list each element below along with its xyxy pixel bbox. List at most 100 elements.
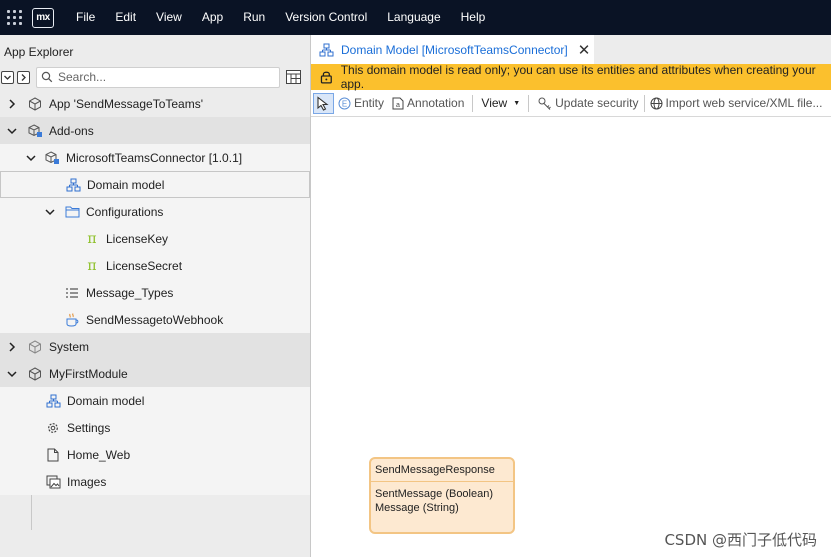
tree-item-domain-model-selected[interactable]: Domain model: [0, 171, 310, 198]
entity-button[interactable]: E Entity: [334, 93, 388, 114]
tree-item-label: Message_Types: [86, 285, 174, 300]
domain-model-icon: [65, 177, 81, 193]
app-explorer-tab[interactable]: App Explorer: [0, 35, 78, 64]
page-icon: [45, 447, 61, 463]
update-security-label: Update security: [555, 96, 639, 110]
tab-title: Domain Model [MicrosoftTeamsConnector]: [341, 42, 568, 57]
tree-item-license-key[interactable]: π LicenseKey: [0, 225, 310, 252]
toolbar-divider: [643, 94, 645, 112]
tree-item-label: System: [49, 339, 90, 354]
tree-item-send-message-to-webhook[interactable]: SendMessagetoWebhook: [0, 306, 310, 333]
explorer-search[interactable]: [36, 66, 280, 88]
tree-item-label: Home_Web: [67, 447, 131, 462]
tree-item-label: App 'SendMessageToTeams': [49, 96, 204, 111]
main-menu: File Edit View App Run Version Control L…: [66, 0, 495, 35]
tree-item-images[interactable]: Images: [0, 468, 310, 495]
app-explorer-panel: App Explorer App 'SendMessageToTeams' Ad: [0, 35, 311, 557]
tree-item-label: Settings: [67, 420, 111, 435]
import-label: Import web service/XML file...: [665, 96, 823, 110]
editor-area: Domain Model [MicrosoftTeamsConnector] ✕…: [311, 35, 831, 557]
cube-icon: [27, 366, 43, 382]
toolbar-divider: [472, 94, 474, 112]
watermark: CSDN @西门子低代码: [664, 531, 817, 549]
collapse-all-button[interactable]: [1, 70, 14, 84]
gear-icon: [45, 420, 61, 436]
menu-app[interactable]: App: [192, 0, 233, 35]
project-tree: App 'SendMessageToTeams' Add-ons Microso…: [0, 90, 310, 530]
tree-item-microsoft-teams-connector[interactable]: MicrosoftTeamsConnector [1.0.1]: [0, 144, 310, 171]
entity-label: Entity: [354, 96, 385, 110]
tree-item-system[interactable]: System: [0, 333, 310, 360]
tree-item-configurations[interactable]: Configurations: [0, 198, 310, 225]
entity-send-message-response[interactable]: SendMessageResponse SentMessage (Boolean…: [369, 457, 515, 534]
entity-attribute[interactable]: Message (String): [375, 501, 509, 515]
explorer-toolbar: [0, 64, 310, 90]
svg-text:a: a: [396, 102, 400, 109]
tree-item-label: Domain model: [67, 393, 145, 408]
tree-item-home-web[interactable]: Home_Web: [0, 441, 310, 468]
tree-item-label: Configurations: [86, 204, 164, 219]
tree-item-label: SendMessagetoWebhook: [86, 312, 224, 327]
menu-version-control[interactable]: Version Control: [275, 0, 377, 35]
domain-model-tab[interactable]: Domain Model [MicrosoftTeamsConnector] ✕: [311, 35, 594, 64]
tree-item-add-ons[interactable]: Add-ons: [0, 117, 310, 144]
import-web-service-button[interactable]: Import web service/XML file...: [646, 93, 827, 114]
tree-item-license-secret[interactable]: π LicenseSecret: [0, 252, 310, 279]
security-icon: [537, 96, 552, 111]
chevron-right-icon[interactable]: [5, 97, 19, 111]
menu-view[interactable]: View: [146, 0, 192, 35]
chevron-down-icon[interactable]: [43, 205, 57, 219]
chevron-down-icon[interactable]: [5, 124, 19, 138]
update-security-button[interactable]: Update security: [533, 93, 642, 114]
java-action-icon: [64, 312, 80, 328]
tree-item-label: LicenseSecret: [106, 258, 183, 273]
pointer-icon: [317, 95, 329, 111]
expand-all-button[interactable]: [17, 70, 30, 84]
tree-item-label: LicenseKey: [106, 231, 169, 246]
entity-attribute[interactable]: SentMessage (Boolean): [375, 487, 509, 501]
tree-item-settings[interactable]: Settings: [0, 414, 310, 441]
select-tool-button[interactable]: [313, 92, 334, 114]
tree-item-label: Domain model: [87, 177, 165, 192]
addon-cube-icon: [27, 123, 43, 139]
menu-language[interactable]: Language: [377, 0, 450, 35]
lock-icon: [320, 71, 332, 84]
search-input[interactable]: [58, 70, 258, 84]
cube-icon: [27, 339, 43, 355]
images-icon: [45, 474, 61, 490]
cube-icon: [27, 96, 43, 112]
domain-model-icon: [319, 43, 334, 56]
document-tab-bar: Domain Model [MicrosoftTeamsConnector] ✕: [311, 35, 831, 64]
tree-item-label: Images: [67, 474, 107, 489]
addon-cube-icon: [44, 150, 60, 166]
chevron-down-icon: [4, 75, 11, 80]
domain-model-canvas[interactable]: SendMessageResponse SentMessage (Boolean…: [311, 118, 831, 557]
menu-file[interactable]: File: [66, 0, 105, 35]
chevron-right-icon[interactable]: [5, 340, 19, 354]
view-dropdown[interactable]: View ▼: [477, 93, 524, 114]
filter-button[interactable]: [285, 69, 301, 85]
menu-edit[interactable]: Edit: [105, 0, 146, 35]
tree-item-my-first-module[interactable]: MyFirstModule: [0, 360, 310, 387]
entity-attributes: SentMessage (Boolean) Message (String): [371, 482, 513, 520]
menu-run[interactable]: Run: [233, 0, 275, 35]
tree-item-label: MyFirstModule: [49, 366, 128, 381]
close-tab-icon[interactable]: ✕: [578, 41, 591, 59]
globe-icon: [650, 97, 663, 110]
search-icon: [41, 71, 53, 83]
menu-bar: mx File Edit View App Run Version Contro…: [0, 0, 831, 35]
chevron-right-icon: [21, 73, 26, 81]
app-grid-icon[interactable]: [0, 0, 28, 35]
chevron-down-icon[interactable]: [24, 151, 38, 165]
annotation-button[interactable]: a Annotation: [388, 93, 468, 114]
enumeration-icon: [64, 285, 80, 301]
svg-text:E: E: [342, 99, 347, 108]
entity-icon: E: [338, 97, 351, 110]
tree-item-label: MicrosoftTeamsConnector [1.0.1]: [66, 150, 243, 165]
tree-item-app[interactable]: App 'SendMessageToTeams': [0, 90, 310, 117]
tree-item-message-types[interactable]: Message_Types: [0, 279, 310, 306]
chevron-down-icon[interactable]: [5, 367, 19, 381]
grid-filter-icon: [285, 70, 301, 84]
tree-item-domain-model[interactable]: Domain model: [0, 387, 310, 414]
menu-help[interactable]: Help: [451, 0, 496, 35]
